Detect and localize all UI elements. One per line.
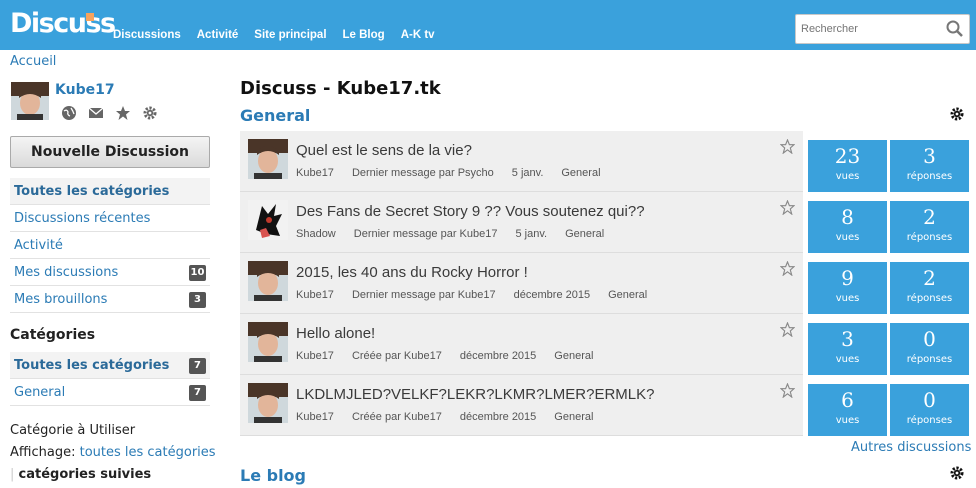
section-title-general[interactable]: General — [240, 106, 310, 125]
categories-heading: Catégories — [10, 327, 96, 343]
categories-list: Toutes les catégories 7 General 7 — [10, 352, 210, 406]
discussion-title[interactable]: Quel est le sens de la vie? — [296, 142, 472, 159]
category-all[interactable]: Toutes les catégories 7 — [10, 352, 210, 379]
bookmark-star-icon[interactable] — [779, 138, 796, 158]
site-logo[interactable]: Discuss — [10, 8, 116, 39]
nav-le-blog[interactable]: Le Blog — [343, 29, 385, 41]
views-counter: 9 vues — [808, 262, 887, 314]
gear-icon[interactable] — [949, 106, 965, 126]
discussion-row[interactable]: Des Fans de Secret Story 9 ?? Vous soute… — [240, 192, 803, 253]
top-bar: Discuss Discussions Activité Site princi… — [0, 0, 976, 50]
logo-accent — [86, 13, 94, 21]
discussion-meta: Kube17 Dernier message par Psycho 5 janv. G… — [296, 167, 601, 179]
sidebar-item-my-discussions[interactable]: Mes discussions 10 — [10, 259, 210, 286]
replies-counter: 2 réponses — [890, 262, 969, 314]
replies-counter: 3 réponses — [890, 140, 969, 192]
count-badge: 10 — [189, 265, 206, 281]
replies-counter: 0 réponses — [890, 323, 969, 375]
sidebar-item-my-drafts[interactable]: Mes brouillons 3 — [10, 286, 210, 313]
category-general[interactable]: General 7 — [10, 379, 210, 406]
discussion-list: Quel est le sens de la vie? Kube17 Dernie… — [240, 131, 803, 436]
avatar[interactable] — [248, 322, 288, 362]
mail-icon[interactable] — [88, 105, 104, 125]
nav-activite[interactable]: Activité — [197, 29, 239, 41]
bookmark-star-icon[interactable] — [779, 321, 796, 341]
profile-actions — [61, 105, 158, 125]
avatar[interactable] — [248, 139, 288, 179]
nav-ak-tv[interactable]: A-K tv — [401, 29, 435, 41]
nav-discussions[interactable]: Discussions — [113, 29, 181, 41]
discussion-title[interactable]: 2015, les 40 ans du Rocky Horror ! — [296, 264, 528, 281]
profile-name[interactable]: Kube17 — [55, 82, 115, 98]
category-usage-label: Catégorie à Utiliser — [10, 423, 136, 438]
views-counter: 8 vues — [808, 201, 887, 253]
views-counter: 23 vues — [808, 140, 887, 192]
main-nav: Discussions Activité Site principal Le B… — [113, 29, 435, 41]
sidebar-item-recent[interactable]: Discussions récentes — [10, 205, 210, 232]
search-box — [795, 14, 970, 44]
sidebar-item-all-categories[interactable]: Toutes les catégories — [10, 178, 210, 205]
sidebar-nav: Toutes les catégories Discussions récent… — [10, 178, 210, 313]
discussion-meta: Kube17 Créée par Kube17 décembre 2015 Gener… — [296, 350, 594, 362]
more-discussions-link[interactable]: Autres discussions — [851, 440, 971, 455]
bookmark-star-icon[interactable] — [779, 382, 796, 402]
nav-site-principal[interactable]: Site principal — [254, 29, 326, 41]
views-counter: 3 vues — [808, 323, 887, 375]
gear-icon[interactable] — [949, 465, 965, 485]
star-icon[interactable] — [115, 105, 131, 125]
category-view-options: Catégorie à Utiliser Affichage: toutes l… — [10, 420, 230, 486]
followed-categories-link[interactable]: catégories suivies — [19, 467, 152, 482]
search-icon[interactable] — [945, 19, 965, 43]
search-input[interactable] — [796, 15, 936, 43]
replies-counter: 2 réponses — [890, 201, 969, 253]
discussion-stats: 23 vues 3 réponses 8 vues 2 réponses 9 vues 2… — [808, 140, 970, 445]
new-discussion-button[interactable]: Nouvelle Discussion — [10, 136, 210, 168]
avatar[interactable] — [248, 383, 288, 423]
sidebar-item-activity[interactable]: Activité — [10, 232, 210, 259]
discussion-meta: Kube17 Créée par Kube17 décembre 2015 Gener… — [296, 411, 594, 423]
avatar[interactable] — [11, 82, 49, 120]
count-badge: 3 — [189, 292, 206, 308]
section-title-blog[interactable]: Le blog — [240, 466, 306, 485]
globe-icon[interactable] — [61, 105, 77, 125]
discussion-title[interactable]: LKDLMJLED?VELKF?LEKR?LKMR?LMER?ERMLK? — [296, 386, 654, 403]
all-categories-link[interactable]: toutes les catégories — [80, 445, 216, 460]
page-title: Discuss - Kube17.tk — [240, 78, 441, 99]
count-badge: 7 — [189, 358, 206, 374]
discussion-row[interactable]: LKDLMJLED?VELKF?LEKR?LKMR?LMER?ERMLK? Ku… — [240, 375, 803, 436]
discussion-row[interactable]: 2015, les 40 ans du Rocky Horror ! Kube1… — [240, 253, 803, 314]
avatar[interactable] — [248, 200, 288, 240]
breadcrumb-home[interactable]: Accueil — [10, 54, 56, 69]
bookmark-star-icon[interactable] — [779, 199, 796, 219]
discussion-meta: Shadow Dernier message par Kube17 5 janv. G… — [296, 228, 605, 240]
divider: | — [10, 467, 15, 482]
discussion-row[interactable]: Quel est le sens de la vie? Kube17 Dernie… — [240, 131, 803, 192]
bookmark-star-icon[interactable] — [779, 260, 796, 280]
replies-counter: 0 réponses — [890, 384, 969, 436]
display-label: Affichage: — [10, 445, 76, 460]
discussion-title[interactable]: Hello alone! — [296, 325, 375, 342]
discussion-meta: Kube17 Dernier message par Kube17 décembre… — [296, 289, 648, 301]
gear-icon[interactable] — [142, 105, 158, 125]
avatar[interactable] — [248, 261, 288, 301]
discussion-row[interactable]: Hello alone! Kube17 Créée par Kube17 décem… — [240, 314, 803, 375]
views-counter: 6 vues — [808, 384, 887, 436]
count-badge: 7 — [189, 385, 206, 401]
discussion-title[interactable]: Des Fans de Secret Story 9 ?? Vous soute… — [296, 203, 645, 220]
